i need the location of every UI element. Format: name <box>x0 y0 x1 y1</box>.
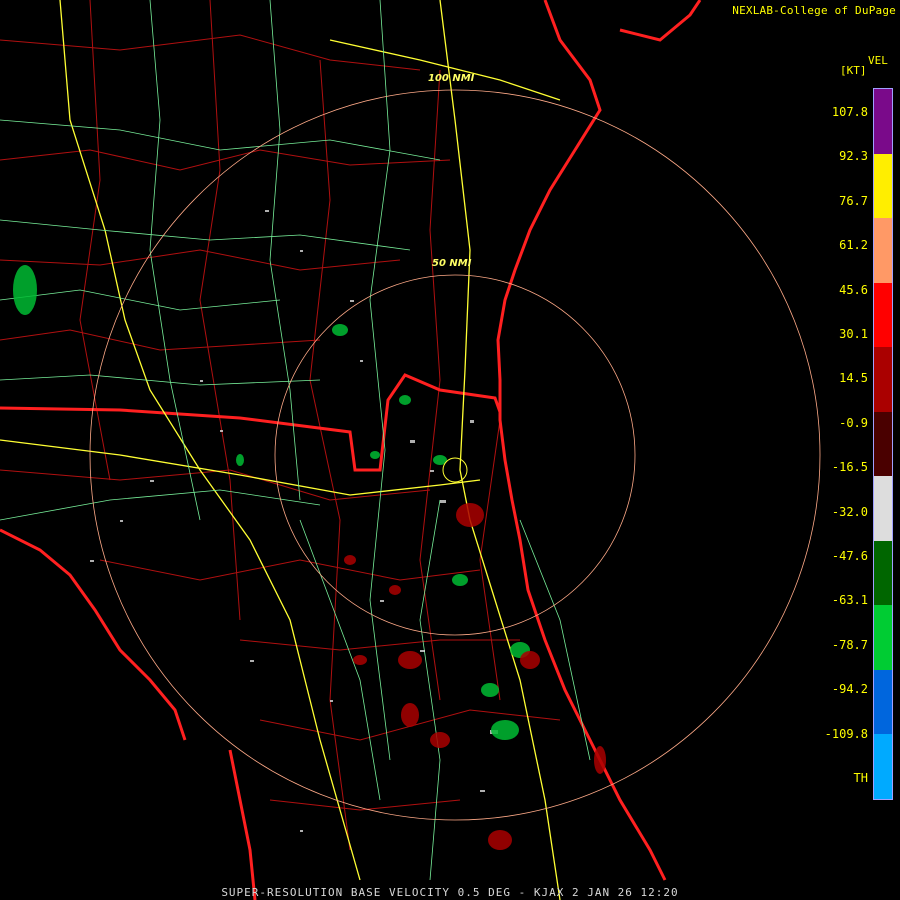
legend-tick-label: 76.7 <box>839 193 868 208</box>
legend-color-segment <box>874 411 892 477</box>
legend-tick-label: TH <box>853 771 868 785</box>
legend-units: [KT] <box>840 64 867 77</box>
legend-tick-label: 61.2 <box>839 238 868 253</box>
legend-color-segment <box>874 347 892 412</box>
legend-tick-label: -109.8 <box>824 726 868 741</box>
legend-color-segment <box>874 540 892 606</box>
legend-color-bar <box>873 88 893 800</box>
legend-color-segment <box>874 218 892 283</box>
legend-color-segment <box>874 734 892 799</box>
product-caption: SUPER-RESOLUTION BASE VELOCITY 0.5 DEG -… <box>221 886 679 899</box>
legend-color-segment <box>874 153 892 219</box>
legend-product: VEL <box>868 54 888 67</box>
legend-tick-label: -78.7 <box>831 637 868 652</box>
legend-tick-label: 14.5 <box>839 371 868 386</box>
legend-tick-label: 45.6 <box>839 282 868 297</box>
legend-color-segment <box>874 669 892 735</box>
legend-tick-label: -63.1 <box>831 593 868 608</box>
legend-color-segment <box>874 89 892 154</box>
legend-tick-label: 30.1 <box>839 327 868 341</box>
legend-color-segment <box>874 605 892 670</box>
legend-tick-label: -16.5 <box>831 460 868 475</box>
legend-tick-label: -0.9 <box>839 415 868 430</box>
range-label-50nmi: 50 NMI <box>432 258 472 269</box>
legend-tick-label: -32.0 <box>831 504 868 519</box>
legend-tick-label: -94.2 <box>831 682 868 697</box>
range-label-100nmi: 100 NMI <box>428 73 475 84</box>
radar-map <box>0 0 900 900</box>
credit-text: NEXLAB-College of DuPage <box>732 4 896 17</box>
legend-color-segment <box>874 476 892 541</box>
legend-tick-label: -47.6 <box>831 549 868 563</box>
legend-color-segment <box>874 282 892 348</box>
legend-tick-label: 92.3 <box>839 149 868 164</box>
legend-tick-label: 107.8 <box>831 105 868 119</box>
